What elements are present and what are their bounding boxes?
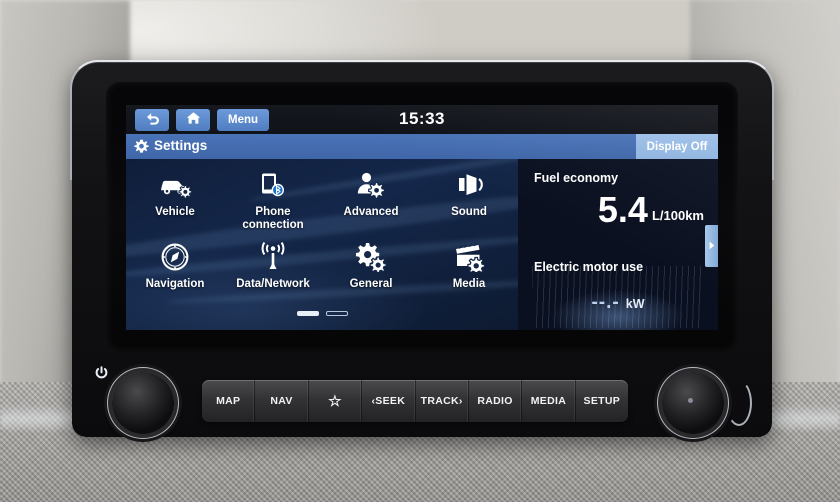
tune-scroll-knob[interactable] [662, 372, 724, 434]
panel-expand-button[interactable] [705, 225, 718, 267]
settings-tile-media[interactable]: Media [420, 239, 518, 291]
settings-tile-label: Navigation [145, 278, 205, 290]
hard-key-strip: MAP NAV ☆ ‹SEEK TRACK› RADIO MEDIA SETUP [202, 380, 628, 422]
hard-key-media[interactable]: MEDIA [522, 380, 576, 422]
gear-icon [134, 139, 149, 159]
settings-grid-row: Navigation Data/Network General Media [126, 239, 518, 291]
hard-key-seek[interactable]: ‹SEEK [362, 380, 416, 422]
hard-key-nav[interactable]: NAV [255, 380, 309, 422]
volume-arc-indicator [726, 380, 752, 426]
status-bar: Menu 15:33 [126, 105, 718, 134]
settings-tile-label: Vehicle [155, 206, 195, 218]
page-dot-active[interactable] [296, 311, 319, 316]
fuel-economy-value: 5.4 [597, 189, 648, 230]
power-volume-knob[interactable] [112, 372, 174, 434]
hard-key-favorite-star-icon[interactable]: ☆ [309, 380, 363, 422]
page-indicator[interactable] [126, 311, 518, 316]
hard-key-setup[interactable]: SETUP [576, 380, 628, 422]
electric-motor-label: Electric motor use [534, 260, 644, 274]
phone-bluetooth-icon [258, 167, 288, 203]
settings-tile-label: Phone connection [242, 206, 304, 231]
fuel-economy-readout: 5.4 L/100km [597, 189, 704, 230]
settings-tile-phone-connection[interactable]: Phone connection [224, 167, 322, 231]
display-off-button[interactable]: Display Off [636, 134, 718, 159]
settings-tile-label: Data/Network [236, 278, 310, 290]
clapperboard-gear-icon [453, 239, 485, 275]
settings-tile-label: Advanced [343, 206, 399, 218]
hard-key-radio[interactable]: RADIO [469, 380, 523, 422]
settings-tile-advanced[interactable]: Advanced [322, 167, 420, 231]
display-off-label: Display Off [646, 140, 708, 153]
compass-icon [160, 239, 190, 275]
hard-key-track[interactable]: TRACK› [416, 380, 469, 422]
page-dot-inactive[interactable] [325, 311, 348, 316]
settings-grid-row: Vehicle Phone connection Advanced Sound [126, 167, 518, 231]
fuel-economy-label: Fuel economy [534, 171, 619, 185]
settings-tile-navigation[interactable]: Navigation [126, 239, 224, 291]
hard-key-map[interactable]: MAP [202, 380, 256, 422]
electric-motor-value: --.- [591, 292, 620, 313]
settings-tile-sound[interactable]: Sound [420, 167, 518, 231]
clock: 15:33 [399, 109, 445, 128]
antenna-signal-icon [257, 239, 289, 275]
electric-motor-readout: --.- kW [518, 292, 718, 314]
settings-tile-label: General [349, 278, 393, 290]
settings-tile-vehicle[interactable]: Vehicle [126, 167, 224, 231]
car-gear-icon [158, 167, 192, 203]
speaker-icon [455, 167, 483, 203]
settings-grid: Vehicle Phone connection Advanced Sound … [126, 159, 518, 330]
page-title: Settings [154, 138, 208, 153]
electric-motor-unit: kW [625, 297, 645, 311]
fuel-economy-unit: L/100km [651, 208, 704, 223]
settings-tile-label: Sound [451, 206, 487, 218]
settings-tile-data-network[interactable]: Data/Network [224, 239, 322, 291]
person-gear-icon [356, 167, 386, 203]
knob-center-marker [688, 398, 693, 403]
settings-tile-label: Media [452, 278, 486, 290]
power-icon [95, 366, 108, 385]
gears-icon [355, 239, 387, 275]
fuel-economy-panel[interactable]: Fuel economy 5.4 L/100km Electric motor … [518, 159, 718, 330]
settings-tile-general[interactable]: General [322, 239, 420, 291]
settings-title-bar: Settings Display Off [126, 134, 718, 159]
chevron-right-icon [709, 237, 715, 255]
infotainment-screen[interactable]: Menu 15:33 Settings Display Off Vehicle … [126, 105, 718, 330]
